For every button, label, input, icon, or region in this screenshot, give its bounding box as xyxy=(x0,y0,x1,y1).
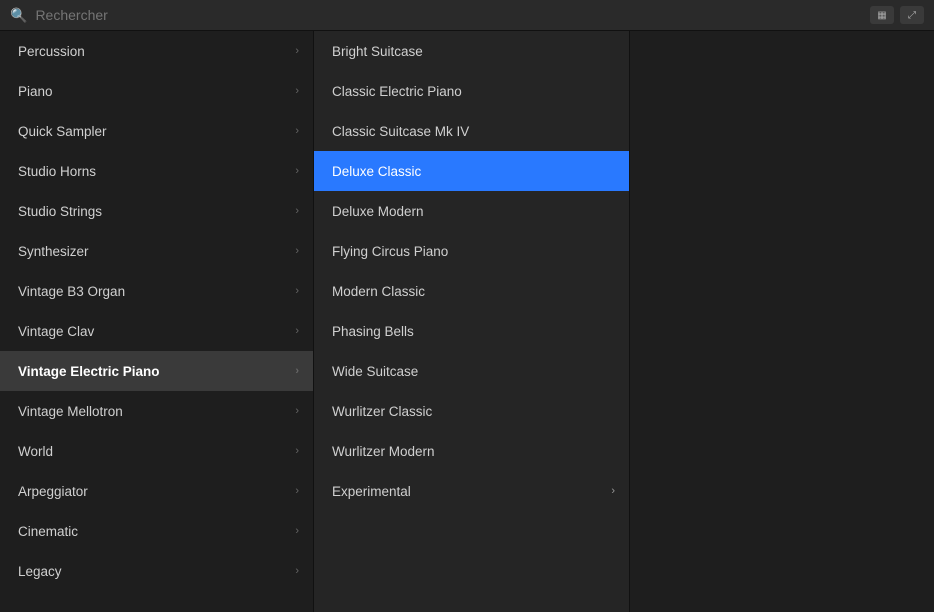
menu-item-label: World xyxy=(18,444,53,459)
chevron-right-icon: › xyxy=(295,565,299,577)
menu-item-label: Quick Sampler xyxy=(18,124,107,139)
sub-item-label: Bright Suitcase xyxy=(332,44,423,59)
right-menu-item-wurlitzer-classic[interactable]: Wurlitzer Classic xyxy=(314,391,629,431)
left-menu-item-quick-sampler[interactable]: Quick Sampler › xyxy=(0,111,313,151)
left-column: Percussion›Piano›Quick Sampler›Studio Ho… xyxy=(0,31,314,612)
menu-item-label: Studio Strings xyxy=(18,204,102,219)
menu-item-label: Synthesizer xyxy=(18,244,89,259)
search-bar: 🔍 ▦ ⤢ xyxy=(0,0,934,31)
menu-item-label: Vintage Electric Piano xyxy=(18,364,160,379)
sub-item-label: Experimental xyxy=(332,484,411,499)
right-menu-item-experimental[interactable]: Experimental › xyxy=(314,471,629,511)
left-menu-item-arpeggiator[interactable]: Arpeggiator › xyxy=(0,471,313,511)
right-menu-item-flying-circus-piano[interactable]: Flying Circus Piano xyxy=(314,231,629,271)
chevron-right-icon: › xyxy=(295,365,299,377)
menu-item-label: Vintage Clav xyxy=(18,324,94,339)
menu-item-label: Legacy xyxy=(18,564,62,579)
chevron-right-icon: › xyxy=(295,165,299,177)
left-menu-item-legacy[interactable]: Legacy › xyxy=(0,551,313,591)
sub-item-label: Phasing Bells xyxy=(332,324,414,339)
menu-item-label: Percussion xyxy=(18,44,85,59)
menu-item-label: Vintage Mellotron xyxy=(18,404,123,419)
left-menu-item-percussion[interactable]: Percussion › xyxy=(0,31,313,71)
right-menu-item-wurlitzer-modern[interactable]: Wurlitzer Modern xyxy=(314,431,629,471)
menu-item-label: Arpeggiator xyxy=(18,484,88,499)
grid-view-button[interactable]: ▦ xyxy=(870,6,894,24)
sub-item-label: Deluxe Modern xyxy=(332,204,424,219)
left-menu-item-piano[interactable]: Piano › xyxy=(0,71,313,111)
chevron-right-icon: › xyxy=(611,485,615,497)
chevron-right-icon: › xyxy=(295,525,299,537)
chevron-right-icon: › xyxy=(295,445,299,457)
chevron-right-icon: › xyxy=(295,45,299,57)
chevron-right-icon: › xyxy=(295,125,299,137)
detail-column xyxy=(630,31,934,612)
left-menu-item-world[interactable]: World › xyxy=(0,431,313,471)
left-menu-item-vintage-mellotron[interactable]: Vintage Mellotron › xyxy=(0,391,313,431)
sub-item-label: Modern Classic xyxy=(332,284,425,299)
left-menu-item-vintage-clav[interactable]: Vintage Clav › xyxy=(0,311,313,351)
left-menu-item-cinematic[interactable]: Cinematic › xyxy=(0,511,313,551)
content-area: Percussion›Piano›Quick Sampler›Studio Ho… xyxy=(0,31,934,612)
right-menu-item-deluxe-classic[interactable]: Deluxe Classic xyxy=(314,151,629,191)
chevron-right-icon: › xyxy=(295,485,299,497)
chevron-right-icon: › xyxy=(295,405,299,417)
chevron-right-icon: › xyxy=(295,285,299,297)
sub-item-label: Flying Circus Piano xyxy=(332,244,448,259)
search-input[interactable] xyxy=(35,7,862,23)
right-menu-item-phasing-bells[interactable]: Phasing Bells xyxy=(314,311,629,351)
left-menu-item-vintage-b3-organ[interactable]: Vintage B3 Organ › xyxy=(0,271,313,311)
search-icon: 🔍 xyxy=(10,7,27,24)
right-column: Bright Suitcase Classic Electric Piano Cla… xyxy=(314,31,630,612)
right-menu-item-modern-classic[interactable]: Modern Classic xyxy=(314,271,629,311)
right-menu-item-wide-suitcase[interactable]: Wide Suitcase xyxy=(314,351,629,391)
menu-item-label: Vintage B3 Organ xyxy=(18,284,125,299)
sub-item-label: Deluxe Classic xyxy=(332,164,421,179)
right-menu-item-bright-suitcase[interactable]: Bright Suitcase xyxy=(314,31,629,71)
sub-item-label: Wurlitzer Classic xyxy=(332,404,432,419)
chevron-right-icon: › xyxy=(295,205,299,217)
right-menu-item-classic-electric-piano[interactable]: Classic Electric Piano xyxy=(314,71,629,111)
sub-item-label: Wurlitzer Modern xyxy=(332,444,435,459)
right-menu-item-deluxe-modern[interactable]: Deluxe Modern xyxy=(314,191,629,231)
left-menu-item-vintage-electric-piano[interactable]: Vintage Electric Piano › xyxy=(0,351,313,391)
chevron-right-icon: › xyxy=(295,325,299,337)
left-menu-item-synthesizer[interactable]: Synthesizer › xyxy=(0,231,313,271)
sub-item-label: Classic Electric Piano xyxy=(332,84,462,99)
menu-item-label: Piano xyxy=(18,84,53,99)
menu-item-label: Cinematic xyxy=(18,524,78,539)
right-menu-item-classic-suitcase-mk-iv[interactable]: Classic Suitcase Mk IV xyxy=(314,111,629,151)
menu-item-label: Studio Horns xyxy=(18,164,96,179)
sub-item-label: Wide Suitcase xyxy=(332,364,418,379)
chevron-right-icon: › xyxy=(295,245,299,257)
left-menu-item-studio-strings[interactable]: Studio Strings › xyxy=(0,191,313,231)
sub-item-label: Classic Suitcase Mk IV xyxy=(332,124,469,139)
left-menu-item-studio-horns[interactable]: Studio Horns › xyxy=(0,151,313,191)
chevron-right-icon: › xyxy=(295,85,299,97)
search-actions: ▦ ⤢ xyxy=(870,6,924,24)
shrink-button[interactable]: ⤢ xyxy=(900,6,924,24)
